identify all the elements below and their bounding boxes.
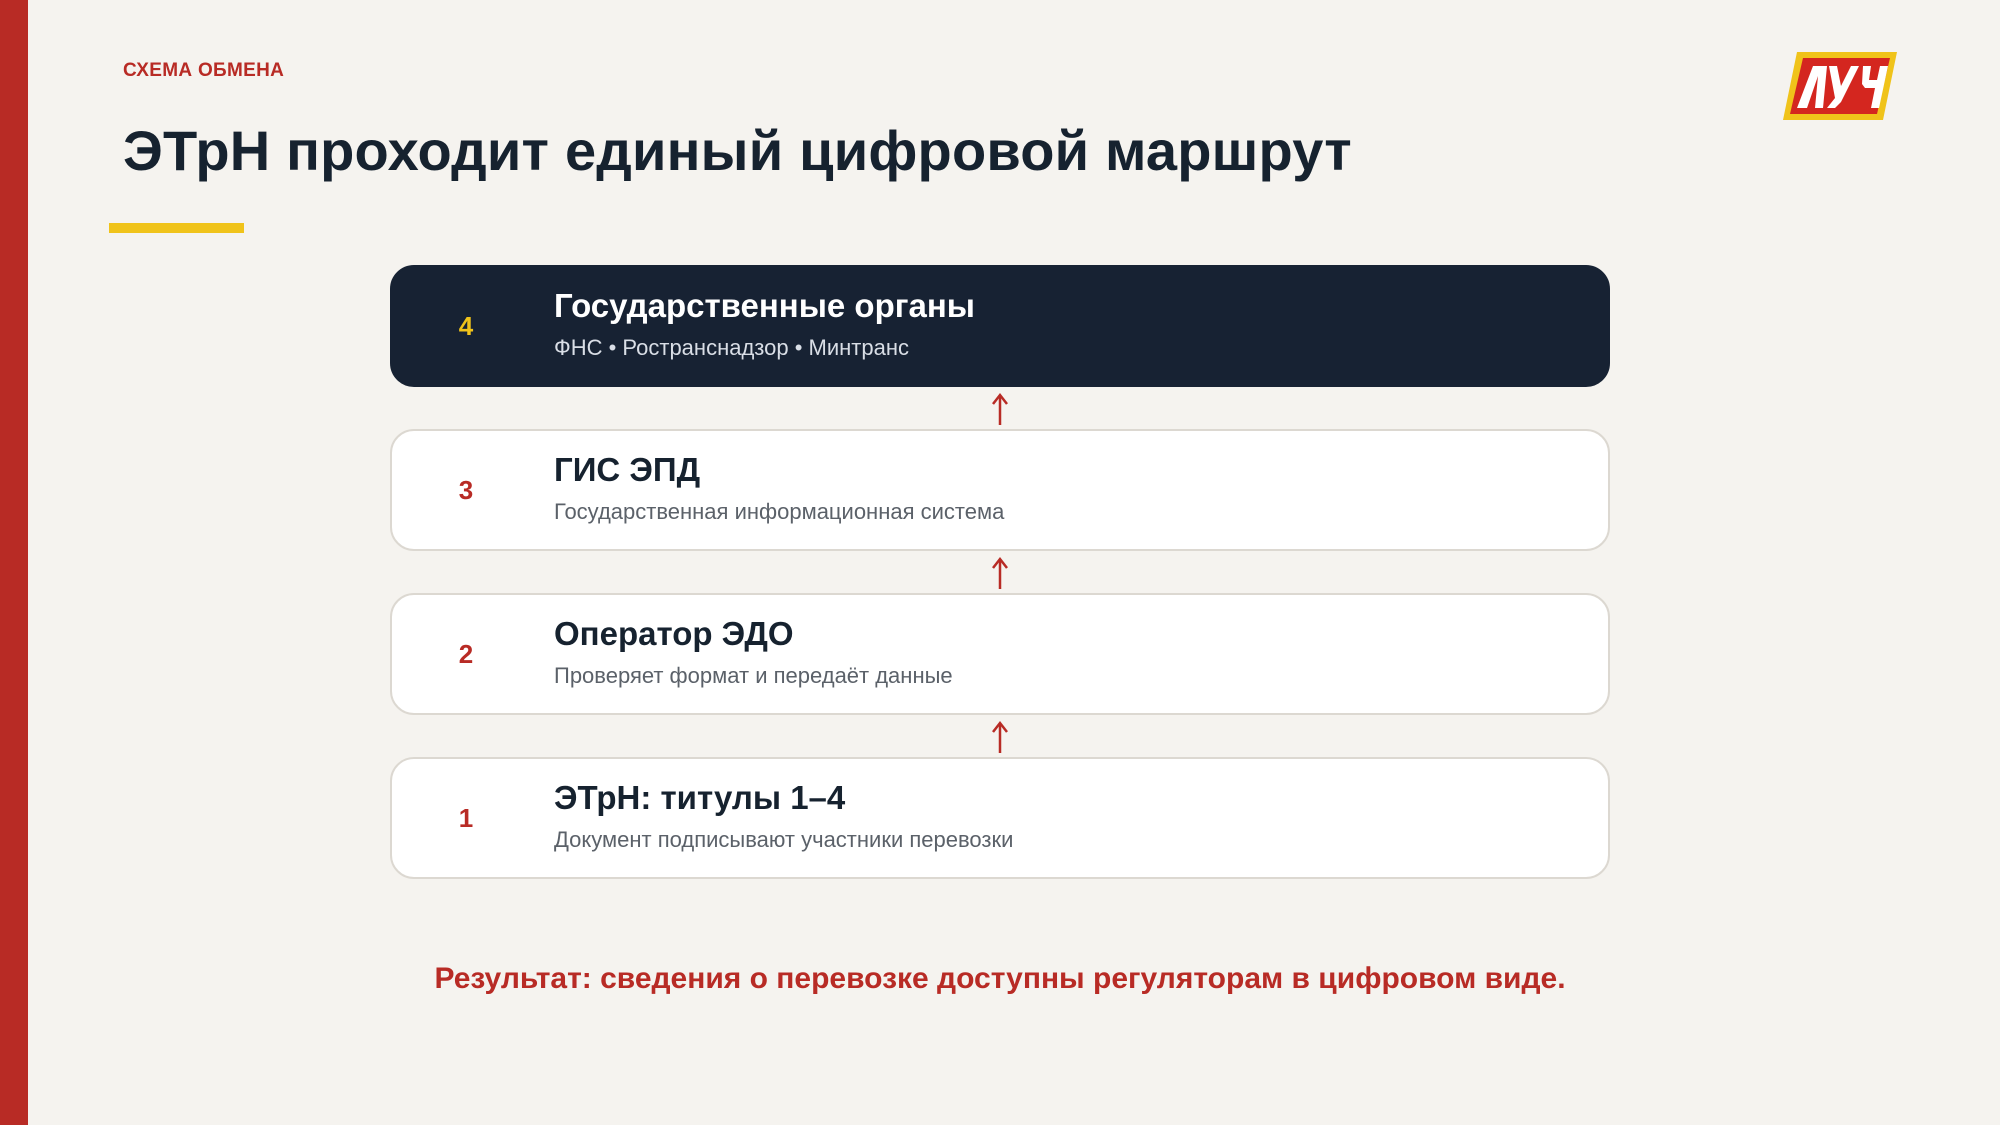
flow-connector	[390, 715, 1610, 757]
step-title: Государственные органы	[554, 287, 975, 324]
step-number: 4	[458, 310, 474, 341]
step-card-etrn: 1 ЭТрН: титулы 1–4 Документ подписывают …	[390, 757, 1610, 879]
side-accent-bar	[0, 0, 28, 1125]
step-subtitle: Документ подписывают участники перевозки	[554, 827, 1014, 852]
page-title: ЭТрН проходит единый цифровой маршрут	[123, 119, 1352, 182]
step-card-edo-operator: 2 Оператор ЭДО Проверяет формат и переда…	[390, 593, 1610, 715]
step-number: 2	[458, 638, 474, 669]
step-subtitle: ФНС • Ространснадзор • Минтранс	[554, 335, 909, 360]
section-eyebrow: СХЕМА ОБМЕНА	[123, 60, 285, 81]
flow-connector	[390, 387, 1610, 429]
exchange-flow: 4 Государственные органы ФНС • Ространсн…	[390, 265, 1610, 879]
title-underline	[109, 223, 244, 233]
arrow-up-icon	[992, 720, 1008, 753]
step-subtitle: Проверяет формат и передаёт данные	[554, 663, 953, 688]
step-title: ГИС ЭПД	[554, 451, 701, 488]
flow-connector	[390, 551, 1610, 593]
step-title: ЭТрН: титулы 1–4	[554, 779, 846, 816]
brand-logo	[1783, 52, 1897, 120]
arrow-up-icon	[992, 392, 1008, 425]
step-number: 3	[458, 474, 474, 505]
step-subtitle: Государственная информационная система	[554, 499, 1005, 524]
luch-logo-icon	[1783, 52, 1897, 120]
step-number: 1	[458, 802, 474, 833]
step-card-gis-epd: 3 ГИС ЭПД Государственная информационная…	[390, 429, 1610, 551]
step-card-government: 4 Государственные органы ФНС • Ространсн…	[390, 265, 1610, 387]
result-statement: Результат: сведения о перевозке доступны…	[434, 962, 1566, 995]
step-title: Оператор ЭДО	[554, 615, 794, 652]
arrow-up-icon	[992, 556, 1008, 589]
